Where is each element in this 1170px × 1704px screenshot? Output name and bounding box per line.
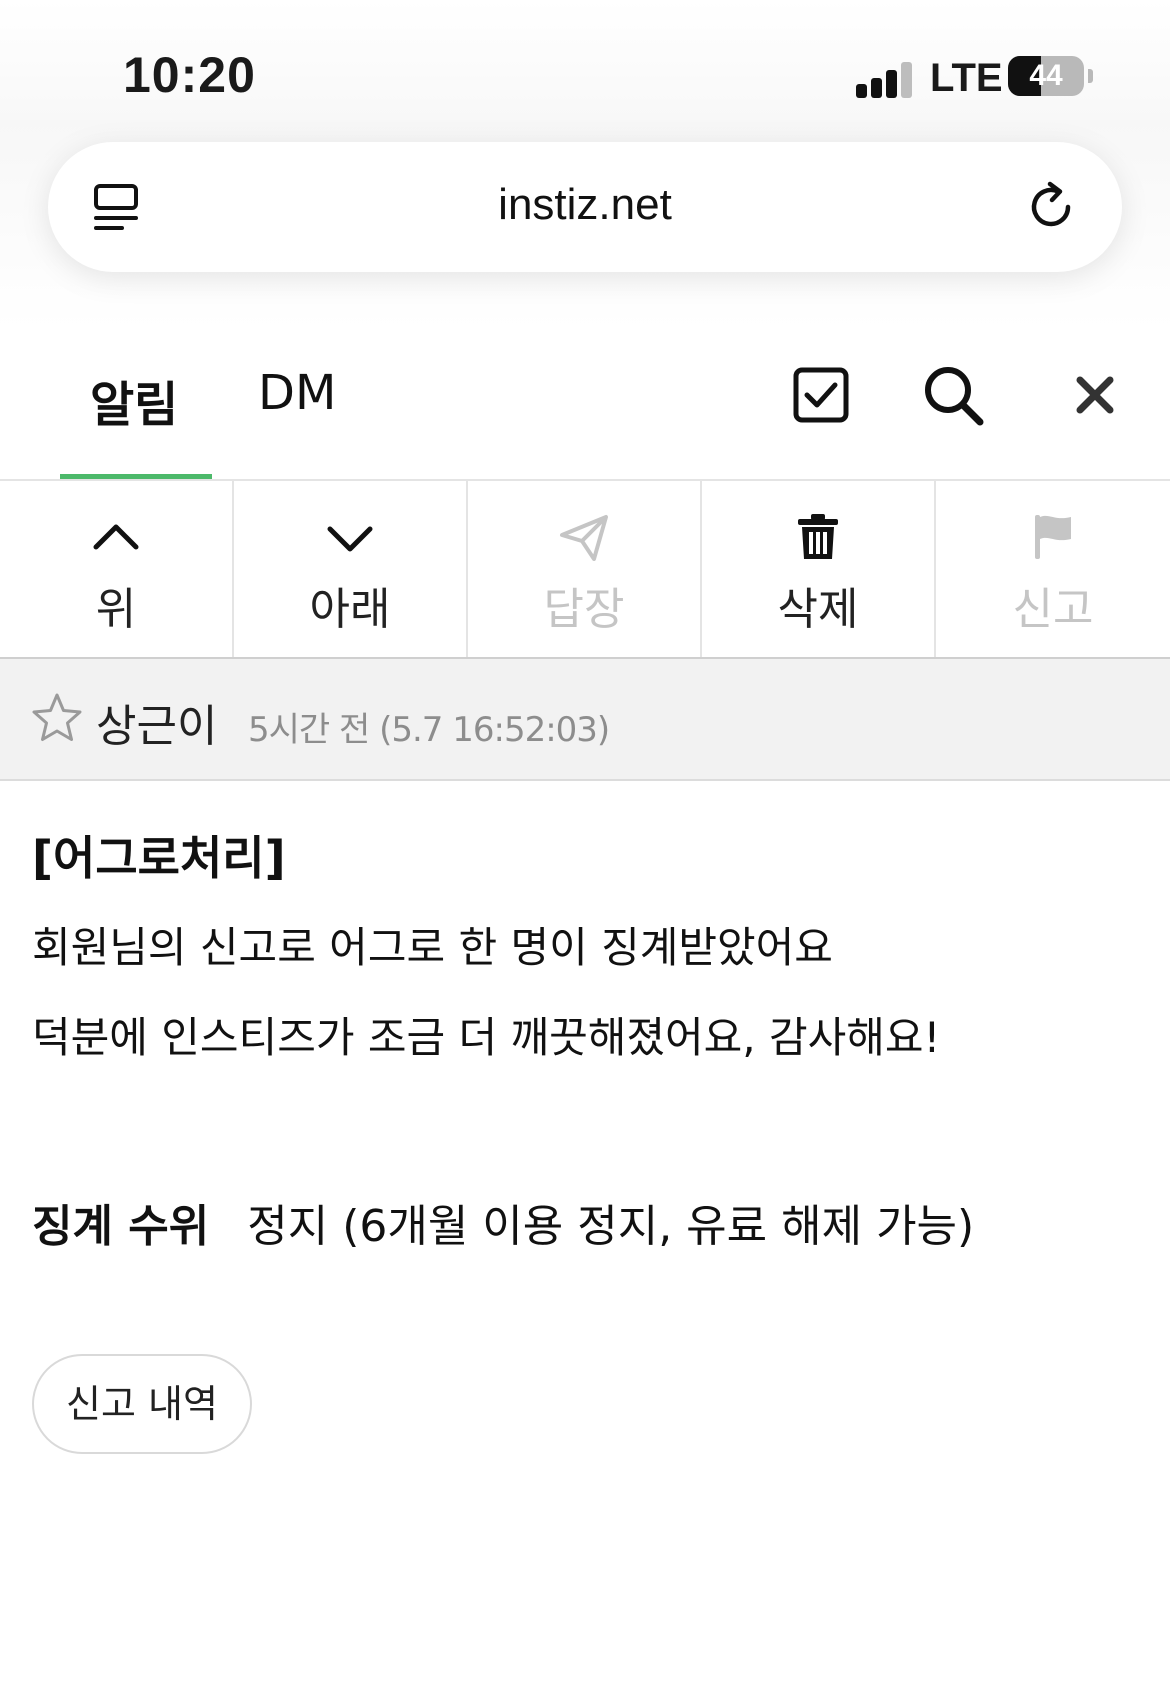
down-label: 아래 <box>309 584 391 635</box>
report-label: 신고 <box>1012 584 1094 635</box>
notification-header: 알림 DM <box>0 330 1170 480</box>
network-type: LTE <box>930 56 1003 100</box>
battery-tip <box>1088 69 1093 83</box>
url-text[interactable]: instiz.net <box>48 180 1122 230</box>
message-body: [어그로처리] 회원님의 신고로 어그로 한 명이 징계받았어요 덕분에 인스티… <box>32 830 1132 1252</box>
address-bar[interactable]: instiz.net <box>48 142 1122 272</box>
status-time: 10:20 <box>123 47 256 103</box>
message-toolbar: 위 아래 답장 삭제 신고 <box>0 481 1170 659</box>
battery-icon: 44 <box>1008 56 1084 96</box>
checkbox-icon[interactable] <box>786 360 856 430</box>
report-history-button[interactable]: 신고 내역 <box>32 1354 252 1454</box>
browser-chrome: instiz.net <box>0 120 1170 330</box>
reply-label: 답장 <box>543 584 625 635</box>
up-button[interactable]: 위 <box>0 481 234 657</box>
tab-notifications[interactable]: 알림 <box>90 365 178 435</box>
chevron-down-icon <box>327 526 373 552</box>
chevron-up-icon <box>93 524 139 550</box>
battery-percent: 44 <box>1029 59 1063 92</box>
flag-icon <box>1035 515 1071 559</box>
report-button[interactable]: 신고 <box>936 481 1170 657</box>
close-icon[interactable] <box>1060 360 1130 430</box>
delete-label: 삭제 <box>777 584 859 635</box>
paper-plane-icon <box>560 515 608 561</box>
sender-name[interactable]: 상근이 <box>96 690 217 754</box>
penalty-value: 정지 (6개월 이용 정지, 유료 해제 가능) <box>247 1201 975 1252</box>
message-title: [어그로처리] <box>32 831 286 885</box>
message-meta: 상근이 5시간 전 (5.7 16:52:03) <box>0 659 1170 781</box>
up-label: 위 <box>95 584 137 635</box>
down-button[interactable]: 아래 <box>234 481 468 657</box>
message-line: 회원님의 신고로 어그로 한 명이 징계받았어요 <box>32 923 833 972</box>
delete-button[interactable]: 삭제 <box>702 481 936 657</box>
message-timestamp: 5시간 전 (5.7 16:52:03) <box>248 710 610 750</box>
trash-icon <box>798 514 838 559</box>
tab-dm[interactable]: DM <box>258 365 336 421</box>
star-icon[interactable] <box>30 691 84 745</box>
penalty-row: 징계 수위 정지 (6개월 이용 정지, 유료 해제 가능) <box>32 1190 974 1254</box>
reply-button[interactable]: 답장 <box>468 481 702 657</box>
penalty-label: 징계 수위 <box>32 1201 210 1252</box>
signal-icon <box>856 58 916 98</box>
status-bar: 10:20 LTE 44 <box>0 0 1170 140</box>
reload-icon[interactable] <box>1022 178 1080 236</box>
search-icon[interactable] <box>918 360 988 430</box>
message-line: 덕분에 인스티즈가 조금 더 깨끗해졌어요, 감사해요! <box>32 1013 941 1062</box>
